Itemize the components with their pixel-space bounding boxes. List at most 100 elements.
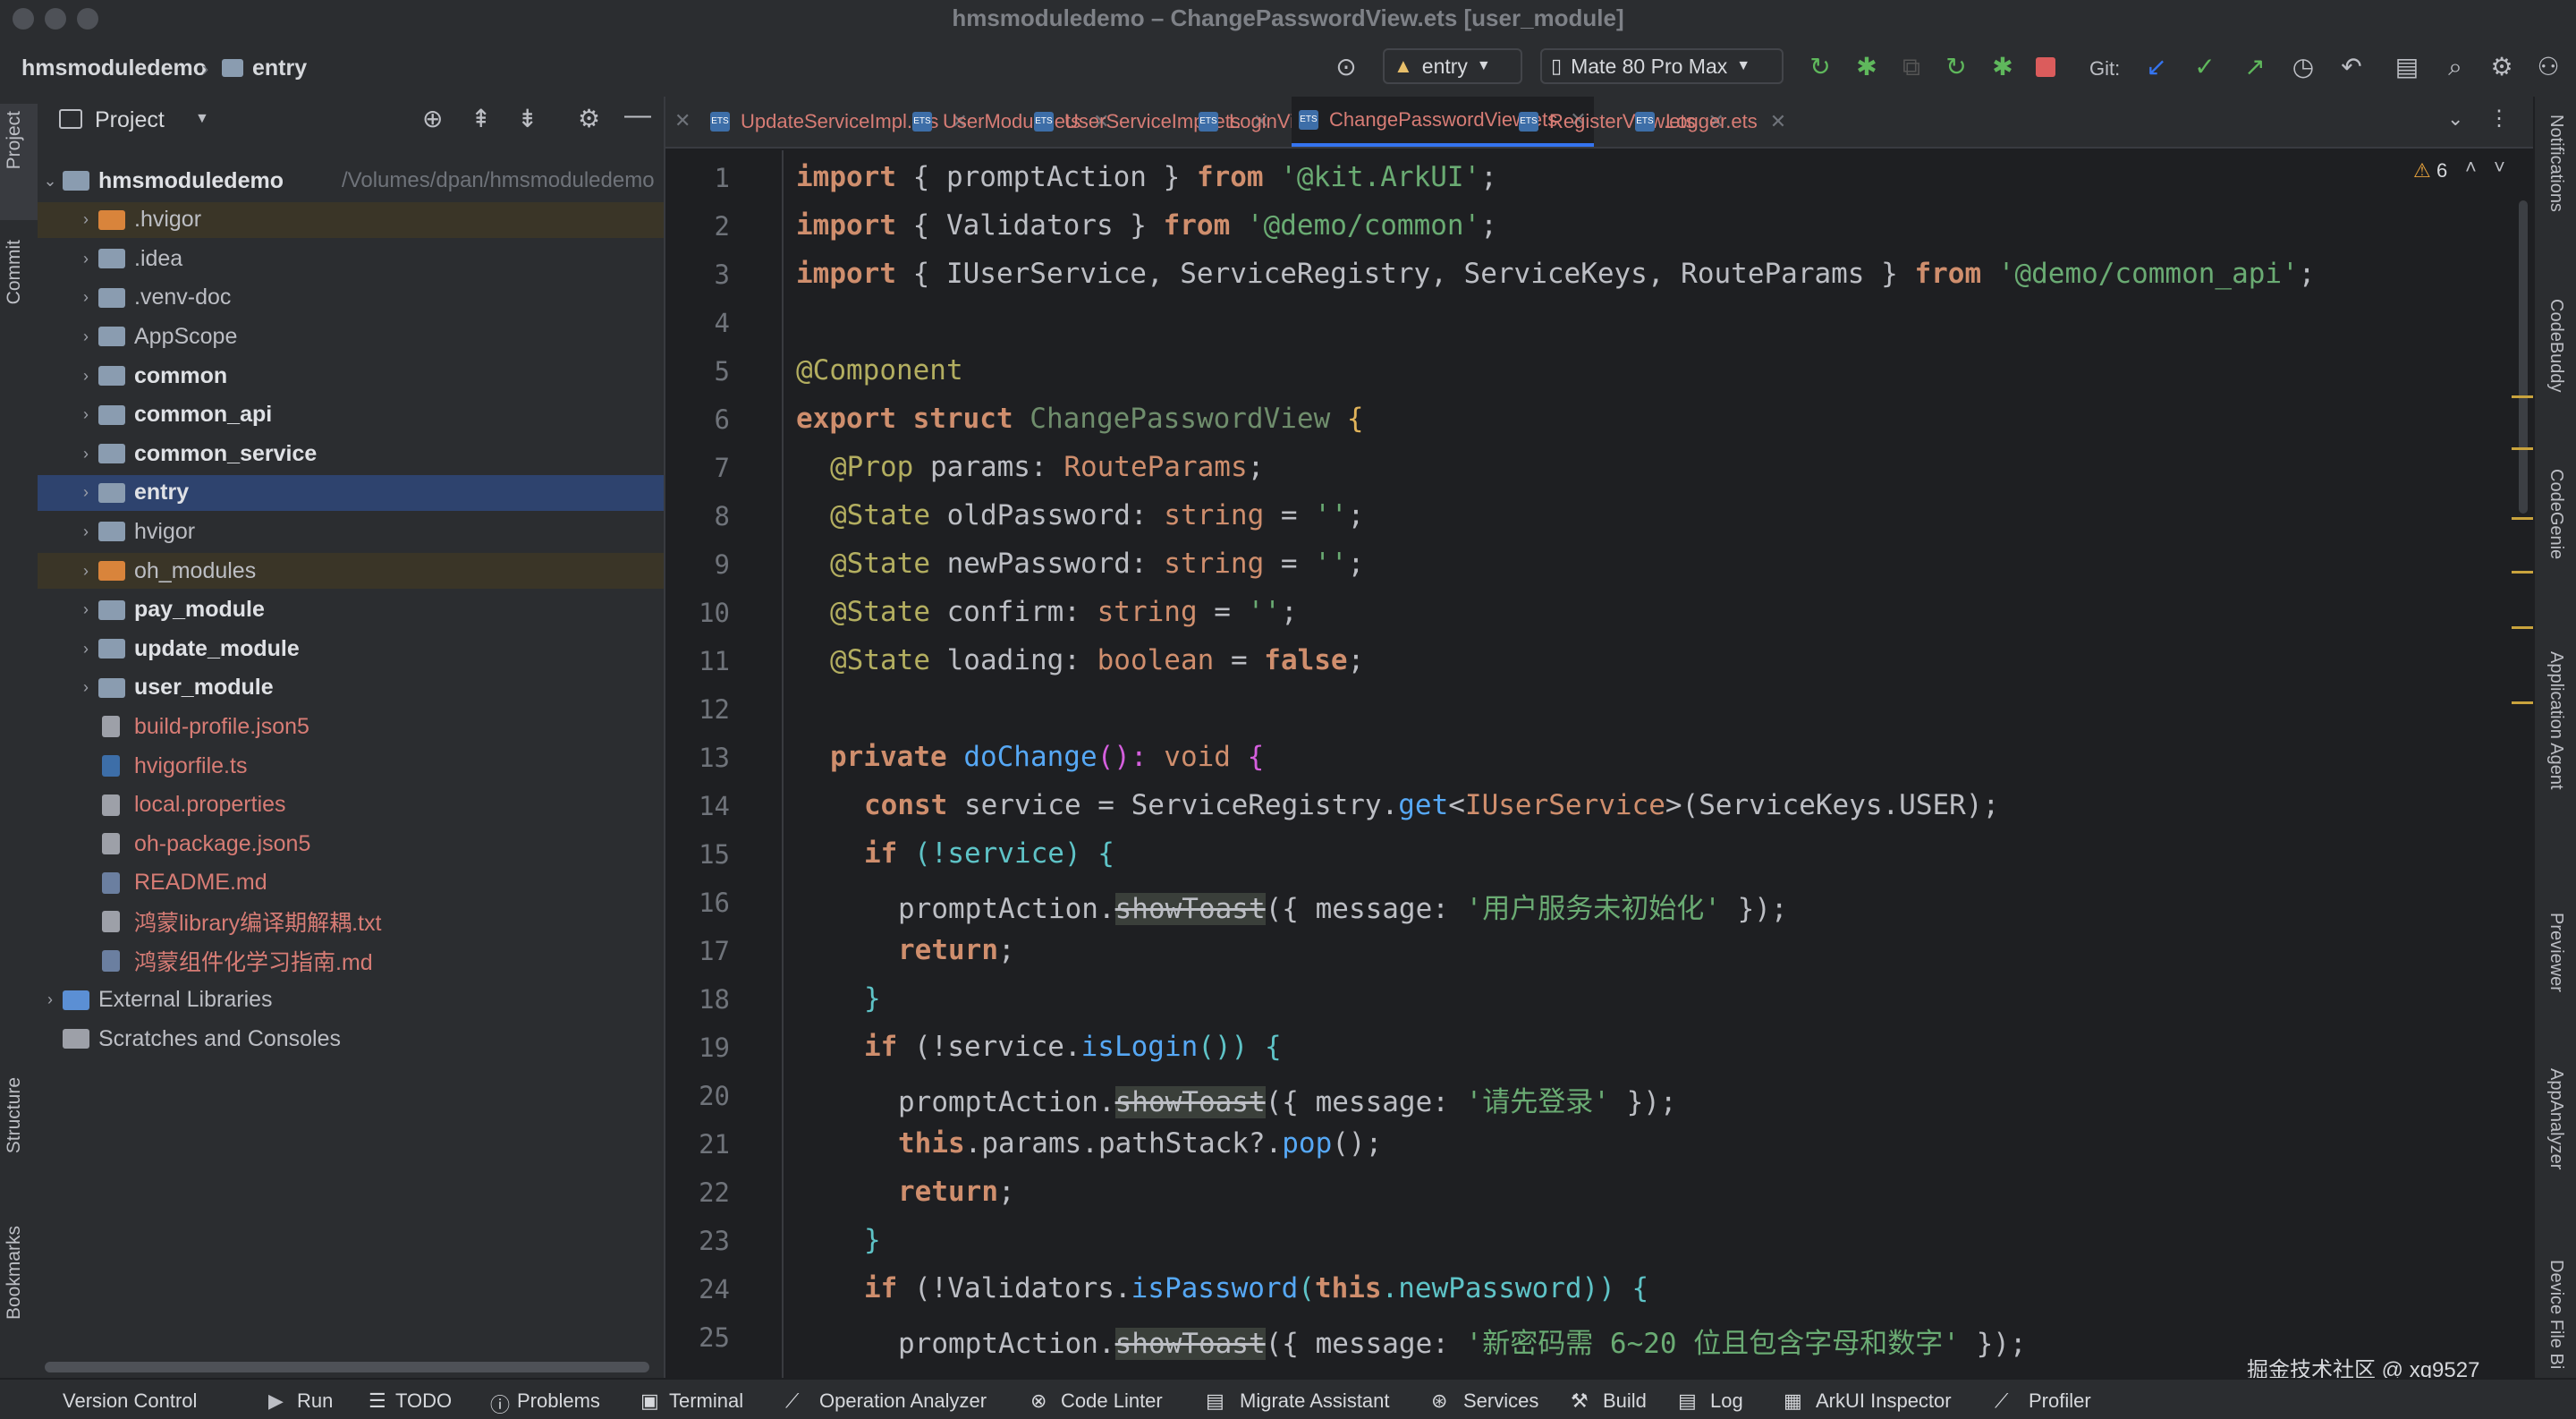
tool-notifications[interactable]: Notifications xyxy=(2546,115,2566,212)
warning-marker[interactable] xyxy=(2512,701,2533,704)
tool-previewer[interactable]: Previewer xyxy=(2546,913,2566,992)
tree-item[interactable]: › update_module xyxy=(38,631,664,667)
chevron-right-icon[interactable]: › xyxy=(77,250,95,268)
chevron-right-icon[interactable]: › xyxy=(77,210,95,229)
warning-marker[interactable] xyxy=(2512,571,2533,574)
module-select[interactable]: ▲ entry ▼ xyxy=(1383,48,1522,84)
tree-item[interactable]: › .idea xyxy=(38,241,664,276)
settings-icon[interactable]: ⚙ xyxy=(2487,52,2517,82)
tree-item[interactable]: › AppScope xyxy=(38,319,664,354)
tool-appanalyzer[interactable]: AppAnalyzer xyxy=(2546,1068,2566,1169)
tree-item[interactable]: oh-package.json5 xyxy=(38,826,664,862)
tree-item[interactable]: › .venv-doc xyxy=(38,280,664,316)
tool-operation-analyzer[interactable]: Operation Analyzer xyxy=(819,1389,987,1413)
chevron-right-icon[interactable]: › xyxy=(77,445,95,463)
chevron-right-icon[interactable]: › xyxy=(77,562,95,581)
more-options-icon[interactable]: ⋮ xyxy=(2488,106,2510,132)
apply-changes-icon[interactable]: ↻ xyxy=(1941,52,1971,82)
warning-marker[interactable] xyxy=(2512,395,2533,398)
tool-structure[interactable]: Structure xyxy=(4,1077,25,1153)
git-push-icon[interactable]: ↗ xyxy=(2240,52,2270,82)
tree-item[interactable]: › common xyxy=(38,358,664,394)
chevron-down-icon[interactable]: ˅ xyxy=(2494,156,2505,179)
tool-version-control[interactable]: Version Control xyxy=(63,1389,197,1413)
tree-item[interactable]: › .hvigor xyxy=(38,201,664,238)
tool-bookmarks[interactable]: Bookmarks xyxy=(4,1226,25,1320)
chevron-right-icon[interactable]: › xyxy=(77,600,95,619)
project-panel-title[interactable]: Project xyxy=(95,107,165,133)
chevron-right-icon[interactable]: › xyxy=(77,367,95,386)
history-icon[interactable]: ◷ xyxy=(2288,52,2318,82)
tree-item[interactable]: › entry xyxy=(38,474,664,511)
account-icon[interactable]: ⚇ xyxy=(2533,52,2563,82)
breadcrumb-project[interactable]: hmsmoduledemo xyxy=(21,55,207,81)
tree-item[interactable]: › hvigor xyxy=(38,514,664,549)
tool-terminal[interactable]: Terminal xyxy=(669,1389,743,1413)
chevron-right-icon[interactable]: › xyxy=(77,288,95,307)
tree-item[interactable]: 鸿蒙组件化学习指南.md xyxy=(38,943,664,979)
chevron-right-icon[interactable]: › xyxy=(77,523,95,541)
debug-icon[interactable]: ✱ xyxy=(1852,52,1882,82)
tool-codegenie[interactable]: CodeGenie xyxy=(2546,469,2566,559)
tree-item[interactable]: › common_service xyxy=(38,436,664,472)
stop-icon[interactable] xyxy=(2036,57,2055,77)
close-icon[interactable]: ✕ xyxy=(1770,110,1786,133)
tool-run[interactable]: Run xyxy=(297,1389,333,1413)
vertical-scrollbar[interactable] xyxy=(2519,200,2528,514)
tool-codebuddy[interactable]: CodeBuddy xyxy=(2546,299,2566,393)
git-update-icon[interactable]: ↙ xyxy=(2141,52,2172,82)
tool-todo[interactable]: TODO xyxy=(395,1389,452,1413)
hide-panel-icon[interactable]: — xyxy=(624,100,651,131)
tree-item[interactable]: build-profile.json5 xyxy=(38,709,664,744)
git-commit-icon[interactable]: ✓ xyxy=(2190,52,2220,82)
chevron-right-icon[interactable]: › xyxy=(77,640,95,659)
chevron-right-icon[interactable]: › xyxy=(77,678,95,697)
tree-item[interactable]: › common_api xyxy=(38,397,664,433)
tree-item[interactable]: hvigorfile.ts xyxy=(38,748,664,784)
tool-services[interactable]: Services xyxy=(1463,1389,1538,1413)
chevron-up-icon[interactable]: ˄ xyxy=(2465,156,2477,179)
tool-migrate-assistant[interactable]: Migrate Assistant xyxy=(1240,1389,1390,1413)
tree-item[interactable]: 鸿蒙library编译期解耦.txt xyxy=(38,904,664,939)
close-icon[interactable]: ✕ xyxy=(674,109,691,132)
horizontal-scrollbar[interactable] xyxy=(45,1362,649,1372)
tool-device-file-browser[interactable]: Device File Bi xyxy=(2546,1260,2566,1369)
warning-marker[interactable] xyxy=(2512,447,2533,450)
chevron-right-icon[interactable]: › xyxy=(41,990,59,1009)
tree-item[interactable]: › oh_modules xyxy=(38,553,664,589)
tree-item[interactable]: Scratches and Consoles xyxy=(38,1021,664,1057)
breadcrumb-module[interactable]: entry xyxy=(252,55,307,81)
tool-commit[interactable]: Commit xyxy=(4,240,25,304)
chevron-right-icon[interactable]: › xyxy=(77,405,95,424)
chevron-down-icon[interactable]: ▼ xyxy=(195,111,209,127)
chevron-down-icon[interactable]: ⌄ xyxy=(41,172,59,191)
tool-log[interactable]: Log xyxy=(1710,1389,1743,1413)
attach-icon[interactable]: ⧉ xyxy=(1896,52,1927,82)
warnings-count[interactable]: 6 xyxy=(2436,159,2447,183)
code-area[interactable]: import { promptAction } from '@kit.ArkUI… xyxy=(796,147,2496,1378)
chevron-right-icon[interactable]: › xyxy=(77,483,95,502)
tree-item[interactable]: › user_module xyxy=(38,670,664,706)
tool-build[interactable]: Build xyxy=(1603,1389,1647,1413)
project-structure-icon[interactable]: ▤ xyxy=(2392,52,2422,82)
search-icon[interactable]: ⌕ xyxy=(2440,52,2470,82)
chevron-right-icon[interactable]: › xyxy=(77,327,95,346)
gear-icon[interactable]: ⚙ xyxy=(578,104,600,133)
expand-all-icon[interactable]: ⇞ xyxy=(470,104,491,133)
editor-tab[interactable]: ETS Logger.ets ✕ xyxy=(1635,97,1786,147)
device-select[interactable]: ▯ Mate 80 Pro Max ▼ xyxy=(1540,48,1784,84)
warning-marker[interactable] xyxy=(2512,626,2533,629)
chevron-down-icon[interactable]: ⌄ xyxy=(2447,107,2463,131)
tool-project[interactable]: Project xyxy=(4,111,25,169)
tree-item[interactable]: › pay_module xyxy=(38,592,664,628)
tool-profiler[interactable]: Profiler xyxy=(2029,1389,2091,1413)
locate-icon[interactable]: ⊕ xyxy=(422,104,443,133)
tool-code-linter[interactable]: Code Linter xyxy=(1061,1389,1163,1413)
warning-marker[interactable] xyxy=(2512,517,2533,520)
tree-item[interactable]: local.properties xyxy=(38,787,664,823)
warning-icon[interactable]: ⚠ xyxy=(2413,159,2431,183)
rollback-icon[interactable]: ↶ xyxy=(2336,52,2367,82)
target-icon[interactable]: ⊙ xyxy=(1331,52,1361,82)
tool-application-agent[interactable]: Application Agent xyxy=(2546,651,2566,790)
run-icon[interactable]: ↻ xyxy=(1805,52,1835,82)
